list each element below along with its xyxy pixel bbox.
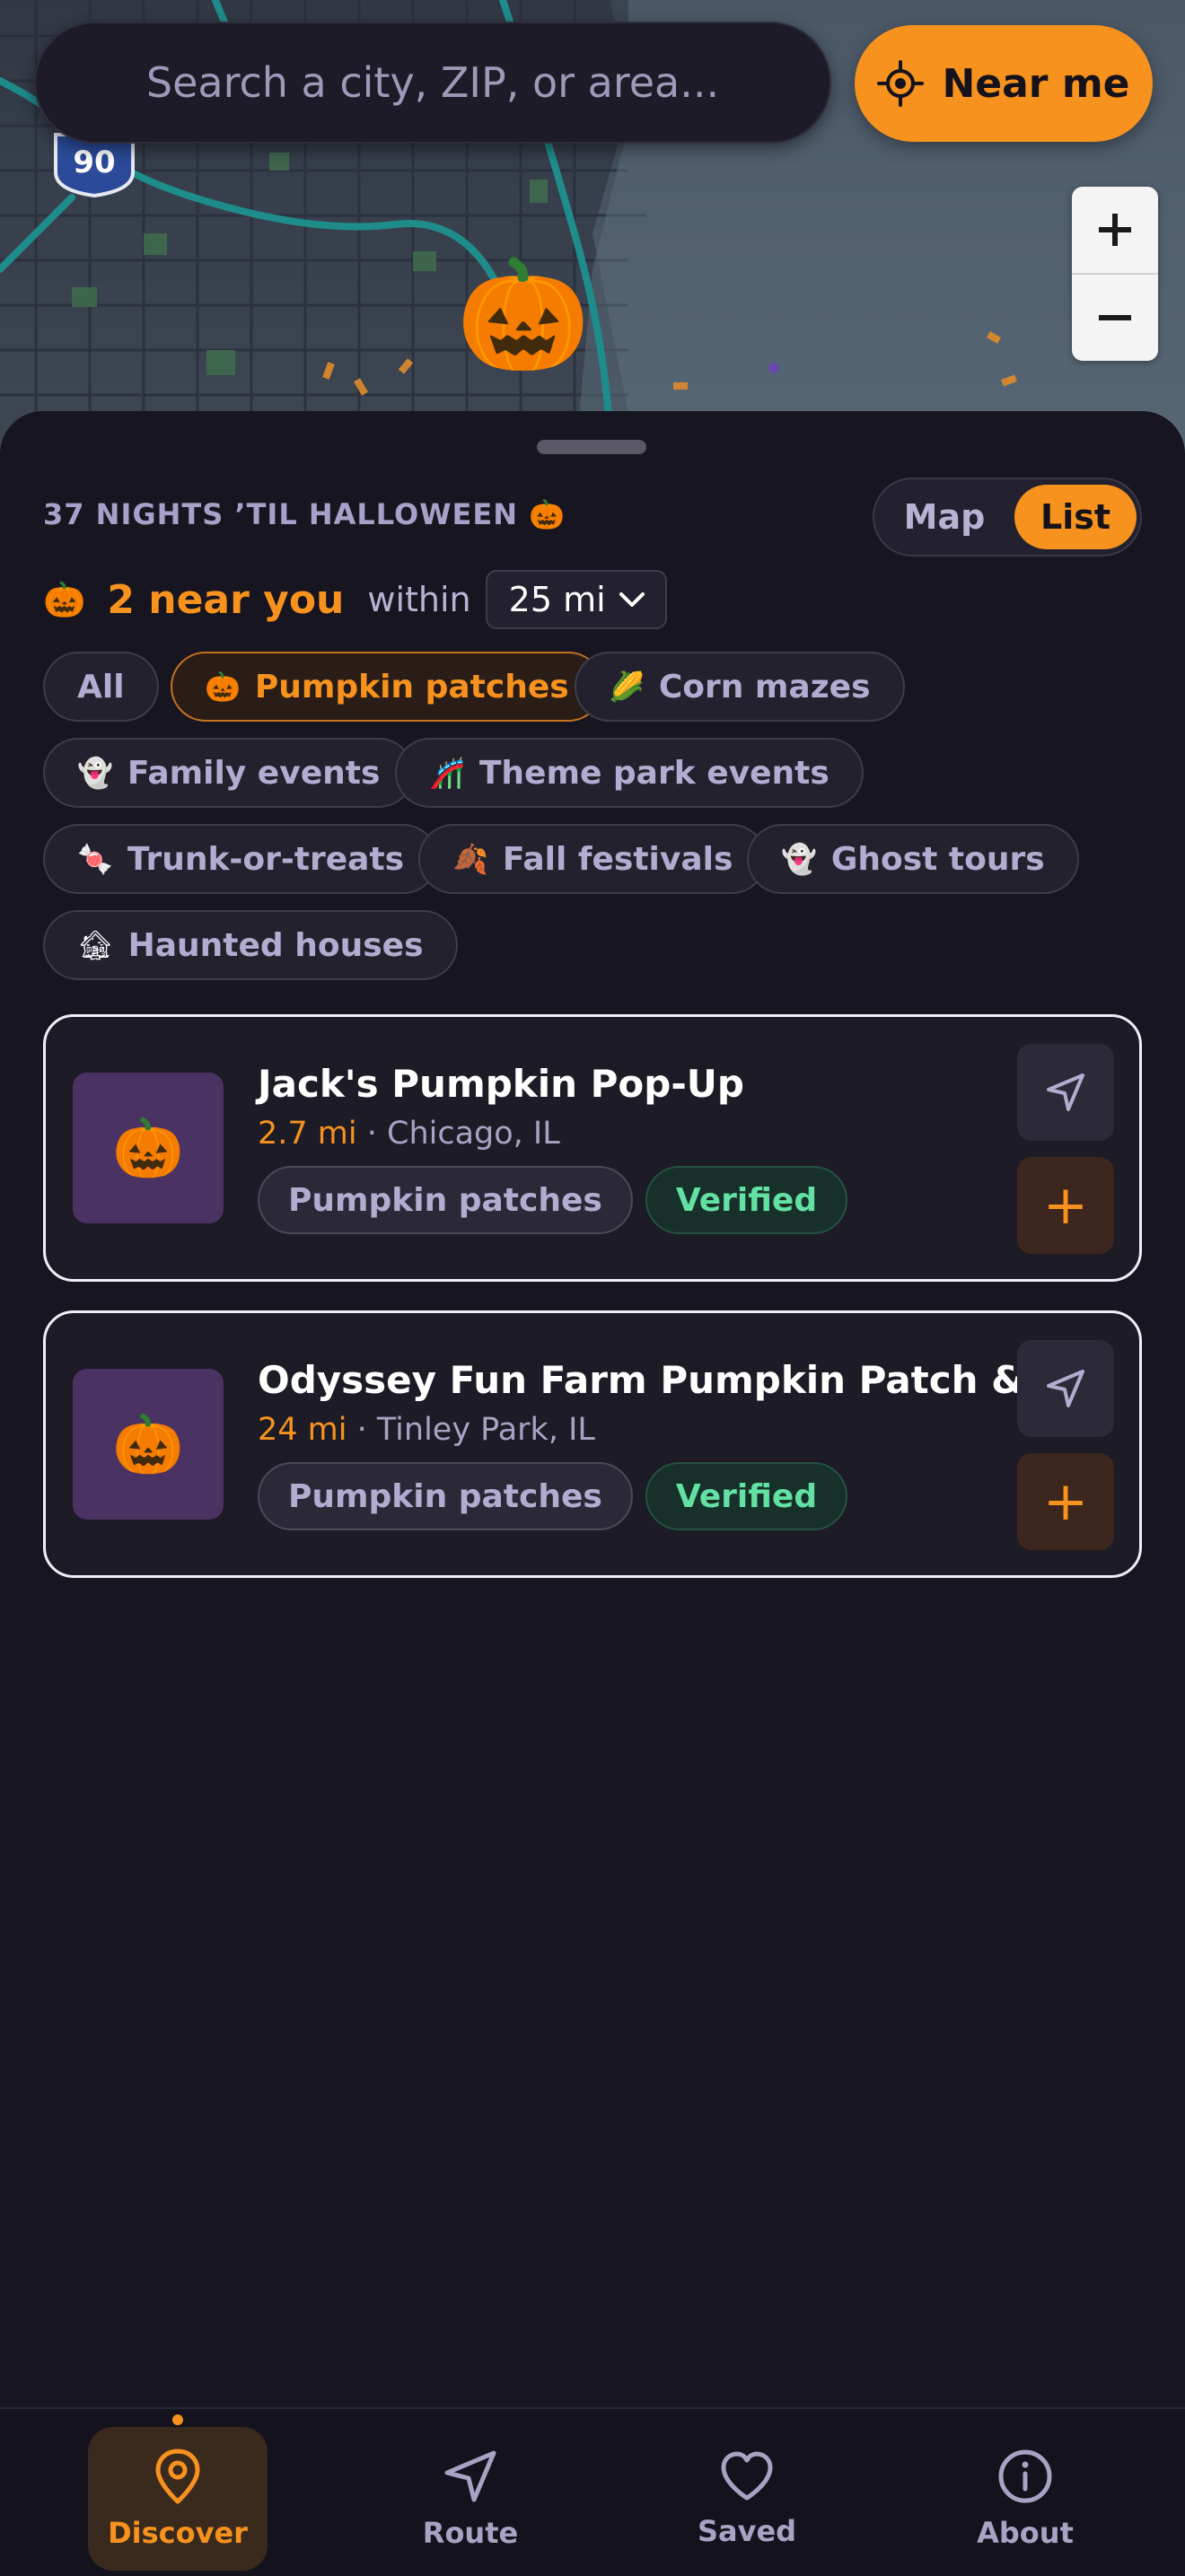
search-placeholder: Search a city, ZIP, or area...	[145, 58, 720, 107]
verified-badge: Verified	[645, 1166, 848, 1234]
result-tags: Pumpkin patches Verified	[258, 1166, 848, 1234]
result-location: Tinley Park, IL	[376, 1412, 595, 1448]
jack-o-lantern-thumbnail: 🎃	[73, 1369, 224, 1520]
result-distance: 24 mi	[258, 1412, 347, 1448]
ghost-icon: 👻	[77, 756, 113, 790]
search-input[interactable]: Search a city, ZIP, or area...	[34, 22, 831, 144]
nav-label: Saved	[697, 2514, 797, 2548]
highway-shield-label: 90	[73, 145, 115, 180]
filter-chip-label: Corn mazes	[658, 668, 871, 705]
nav-about[interactable]: About	[935, 2427, 1115, 2571]
zoom-out-button[interactable]	[1072, 275, 1158, 361]
category-tag: Pumpkin patches	[258, 1462, 633, 1530]
navigation-arrow-icon	[444, 2450, 496, 2502]
navigation-arrow-icon	[1047, 1370, 1084, 1407]
add-to-route-button[interactable]: +	[1017, 1453, 1114, 1550]
jack-o-lantern-thumbnail: 🎃	[73, 1073, 224, 1223]
result-card[interactable]: 🎃 Jack's Pumpkin Pop-Up 2.7 mi · Chicago…	[43, 1014, 1142, 1282]
nav-label: About	[977, 2516, 1074, 2550]
nav-saved[interactable]: Saved	[657, 2427, 837, 2571]
nav-route[interactable]: Route	[381, 2427, 560, 2571]
plus-icon	[1099, 214, 1131, 246]
roller-coaster-icon: 🎢	[429, 756, 465, 790]
result-distance: 2.7 mi	[258, 1116, 357, 1152]
near-you-count: 2 near you	[107, 576, 345, 623]
candy-icon: 🍬	[77, 842, 113, 876]
meta-separator: ·	[356, 1116, 387, 1152]
result-title[interactable]: Jack's Pumpkin Pop-Up	[258, 1062, 744, 1106]
minus-icon	[1099, 315, 1131, 320]
result-title[interactable]: Odyssey Fun Farm Pumpkin Patch & ...	[258, 1358, 1080, 1402]
verified-badge: Verified	[645, 1462, 848, 1530]
radius-select[interactable]: 25 mi	[485, 570, 667, 629]
filter-chip-ghost-tours[interactable]: 👻 Ghost tours	[747, 824, 1079, 894]
near-me-button[interactable]: Near me	[855, 25, 1153, 142]
filter-chip-all[interactable]: All	[43, 652, 159, 722]
pumpkin-icon: 🎃	[205, 670, 241, 704]
map-view[interactable]: 90 Search a city, ZIP, or area... Near m…	[0, 0, 1185, 467]
pumpkin-map-marker[interactable]: 🎃	[456, 262, 590, 370]
result-tags: Pumpkin patches Verified	[258, 1462, 848, 1530]
near-you-row: 🎃 2 near you within 25 mi	[43, 570, 667, 629]
ghost-icon: 👻	[781, 842, 817, 876]
filter-chip-family-events[interactable]: 👻 Family events	[43, 738, 415, 808]
corn-icon: 🌽	[609, 670, 645, 704]
filter-chip-trunk-or-treats[interactable]: 🍬 Trunk-or-treats	[43, 824, 439, 894]
halloween-countdown: 37 NIGHTS ’TIL HALLOWEEN 🎃	[43, 497, 566, 531]
zoom-controls	[1072, 187, 1158, 361]
filter-chip-label: All	[77, 668, 125, 705]
filter-chip-label: Fall festivals	[502, 840, 733, 878]
bottom-navigation: Discover Route Saved About	[0, 2407, 1185, 2576]
filter-chip-label: Family events	[127, 754, 381, 792]
list-view-toggle[interactable]: List	[1014, 485, 1137, 549]
meta-separator: ·	[347, 1412, 377, 1448]
pumpkin-icon: 🎃	[43, 579, 86, 619]
filter-chip-label: Pumpkin patches	[254, 668, 569, 705]
result-location: Chicago, IL	[387, 1116, 560, 1152]
filter-chip-haunted-houses[interactable]: 🏚 Haunted houses	[43, 910, 458, 980]
directions-button[interactable]	[1017, 1044, 1114, 1141]
filter-chip-label: Trunk-or-treats	[127, 840, 405, 878]
leaf-icon: 🍂	[452, 842, 488, 876]
filter-chip-label: Ghost tours	[830, 840, 1045, 878]
filter-chip-fall-festivals[interactable]: 🍂 Fall festivals	[418, 824, 768, 894]
result-card[interactable]: 🎃 Odyssey Fun Farm Pumpkin Patch & ... 2…	[43, 1310, 1142, 1578]
radius-value: 25 mi	[508, 580, 606, 619]
nav-discover[interactable]: Discover	[88, 2427, 268, 2571]
filter-chip-label: Theme park events	[478, 754, 830, 792]
add-to-route-button[interactable]: +	[1017, 1157, 1114, 1254]
near-me-label: Near me	[942, 60, 1130, 107]
haunted-house-icon: 🏚	[77, 928, 114, 962]
active-indicator-dot	[172, 2414, 183, 2425]
view-toggle: Map List	[873, 478, 1142, 556]
navigation-arrow-icon	[1047, 1073, 1084, 1111]
category-tag: Pumpkin patches	[258, 1166, 633, 1234]
sheet-drag-handle[interactable]	[537, 440, 646, 454]
result-meta: 24 mi · Tinley Park, IL	[258, 1412, 595, 1448]
heart-icon	[721, 2451, 773, 2501]
chevron-down-icon	[619, 592, 645, 607]
within-label: within	[367, 580, 471, 619]
filter-chip-theme-park-events[interactable]: 🎢 Theme park events	[395, 738, 864, 808]
map-view-toggle[interactable]: Map	[882, 485, 1007, 549]
result-meta: 2.7 mi · Chicago, IL	[258, 1116, 560, 1152]
directions-button[interactable]	[1017, 1340, 1114, 1437]
map-pin-icon	[155, 2449, 200, 2504]
filter-chip-label: Haunted houses	[127, 926, 424, 964]
info-icon	[998, 2449, 1052, 2503]
highway-shield: 90	[54, 133, 135, 198]
nav-label: Discover	[108, 2516, 248, 2550]
filter-chip-corn-mazes[interactable]: 🌽 Corn mazes	[575, 652, 905, 722]
zoom-in-button[interactable]	[1072, 187, 1158, 273]
filter-chip-pumpkin-patches[interactable]: 🎃 Pumpkin patches	[171, 652, 603, 722]
crosshair-icon	[877, 60, 925, 107]
nav-label: Route	[422, 2516, 519, 2550]
